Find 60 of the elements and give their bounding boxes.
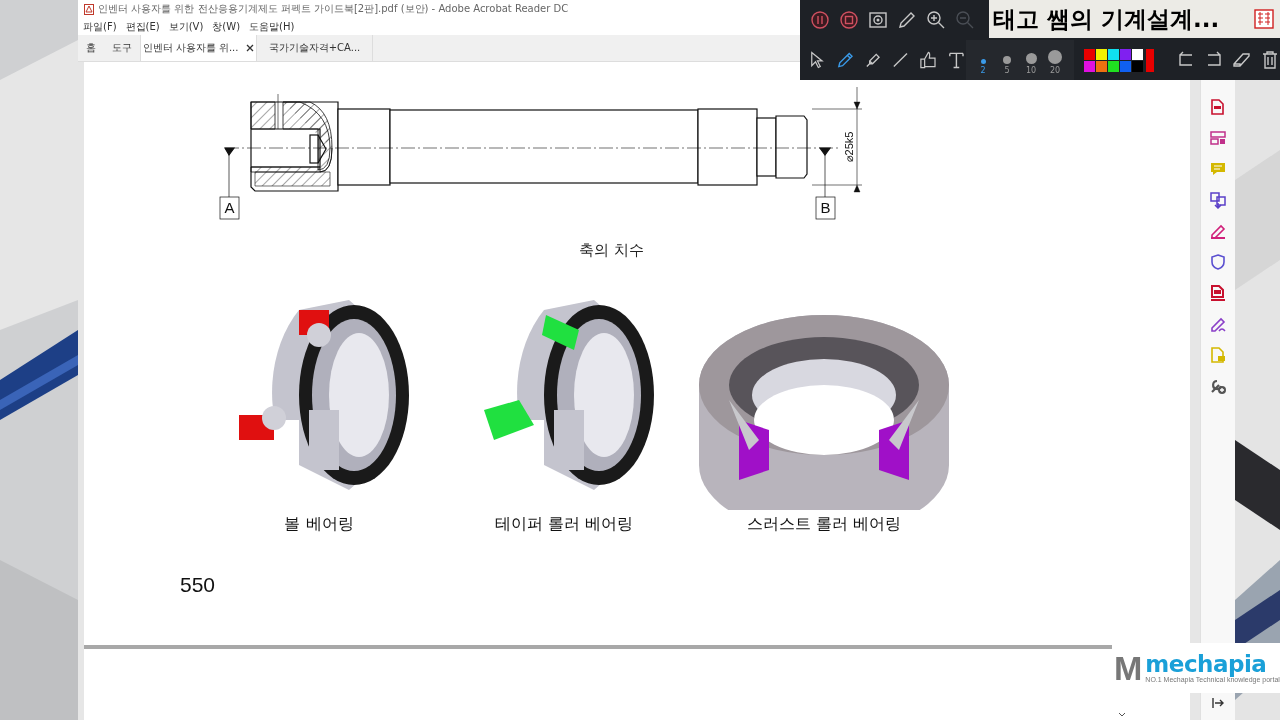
- logo-mark: M: [1114, 651, 1143, 685]
- file-convert-icon[interactable]: [1209, 191, 1227, 209]
- pdf-icon: [84, 3, 94, 15]
- current-color[interactable]: [1146, 48, 1154, 72]
- color-swatch[interactable]: [1096, 48, 1107, 60]
- figure-caption: 볼 베어링: [284, 514, 354, 535]
- seal-icon: [1254, 9, 1274, 29]
- color-swatch[interactable]: [1096, 60, 1107, 72]
- tab[interactable]: 도구: [104, 35, 140, 61]
- pen-icon[interactable]: [1209, 222, 1227, 240]
- cursor-icon[interactable]: [808, 50, 827, 70]
- pen-size-option[interactable]: 2: [974, 45, 992, 75]
- tab[interactable]: 홈: [78, 35, 104, 61]
- color-swatch[interactable]: [1084, 60, 1095, 72]
- stop-icon[interactable]: [839, 10, 859, 30]
- trash-icon[interactable]: [1260, 50, 1280, 70]
- eraser-icon[interactable]: [1232, 50, 1252, 70]
- color-swatch[interactable]: [1132, 60, 1143, 72]
- wrench-icon[interactable]: [1209, 377, 1227, 395]
- tab[interactable]: 인벤터 사용자를 위...: [140, 35, 257, 61]
- layout-icon[interactable]: [1209, 129, 1227, 147]
- figure-caption: 스러스트 롤러 베어링: [746, 514, 902, 535]
- expand-panel-icon[interactable]: [1211, 696, 1225, 710]
- dimension-text: ⌀25k5: [843, 131, 855, 163]
- window-title: 인벤터 사용자를 위한 전산응용기계제도 퍼펙트 가이드북[2판].pdf (보안) - Adobe Acrobat Reader DC: [98, 2, 569, 16]
- pdf-file-icon[interactable]: [1209, 98, 1227, 116]
- zoom-in-icon[interactable]: [926, 10, 946, 30]
- color-swatch[interactable]: [1084, 48, 1095, 60]
- pen-size-option[interactable]: 5: [998, 45, 1016, 75]
- pen-size-option[interactable]: 20: [1046, 45, 1064, 75]
- menu-item[interactable]: 창(W): [212, 19, 241, 34]
- color-swatch[interactable]: [1120, 48, 1131, 60]
- pen-size-option[interactable]: 10: [1022, 45, 1040, 75]
- page-number: 550: [180, 573, 217, 597]
- thumbs-up-icon[interactable]: [919, 50, 939, 70]
- datum-letter: B: [820, 199, 831, 216]
- shield-icon[interactable]: [1209, 253, 1227, 271]
- pause-icon[interactable]: [810, 10, 830, 30]
- banner-title: 태고 쌤의 기계설계...: [993, 4, 1220, 34]
- menu-item[interactable]: 도움말(H): [249, 19, 295, 34]
- signature-icon[interactable]: [1209, 315, 1227, 333]
- datum-letter: A: [224, 199, 235, 216]
- tab[interactable]: 국가기술자격+CA...: [257, 35, 373, 61]
- color-swatch[interactable]: [1108, 60, 1119, 72]
- logo-name: mechapia: [1145, 653, 1268, 676]
- chevron-down-icon[interactable]: [1118, 712, 1126, 717]
- figure-caption: 축의 치수: [579, 241, 645, 260]
- color-swatch[interactable]: [1108, 48, 1119, 60]
- menu-item[interactable]: 편집(E): [125, 19, 160, 34]
- pen-icon[interactable]: [835, 50, 855, 70]
- figure-caption: 테이퍼 롤러 베어링: [494, 514, 634, 535]
- text-tool-icon[interactable]: [947, 50, 966, 70]
- menu-item[interactable]: 보기(V): [168, 19, 204, 34]
- camera-icon[interactable]: [868, 10, 888, 30]
- color-swatch[interactable]: [1120, 60, 1131, 72]
- pdf-file-icon[interactable]: [1209, 284, 1227, 302]
- color-swatch[interactable]: [1132, 48, 1143, 60]
- menu-item[interactable]: 파일(F): [83, 19, 117, 34]
- close-icon[interactable]: [246, 44, 255, 52]
- pencil-icon[interactable]: [897, 10, 917, 30]
